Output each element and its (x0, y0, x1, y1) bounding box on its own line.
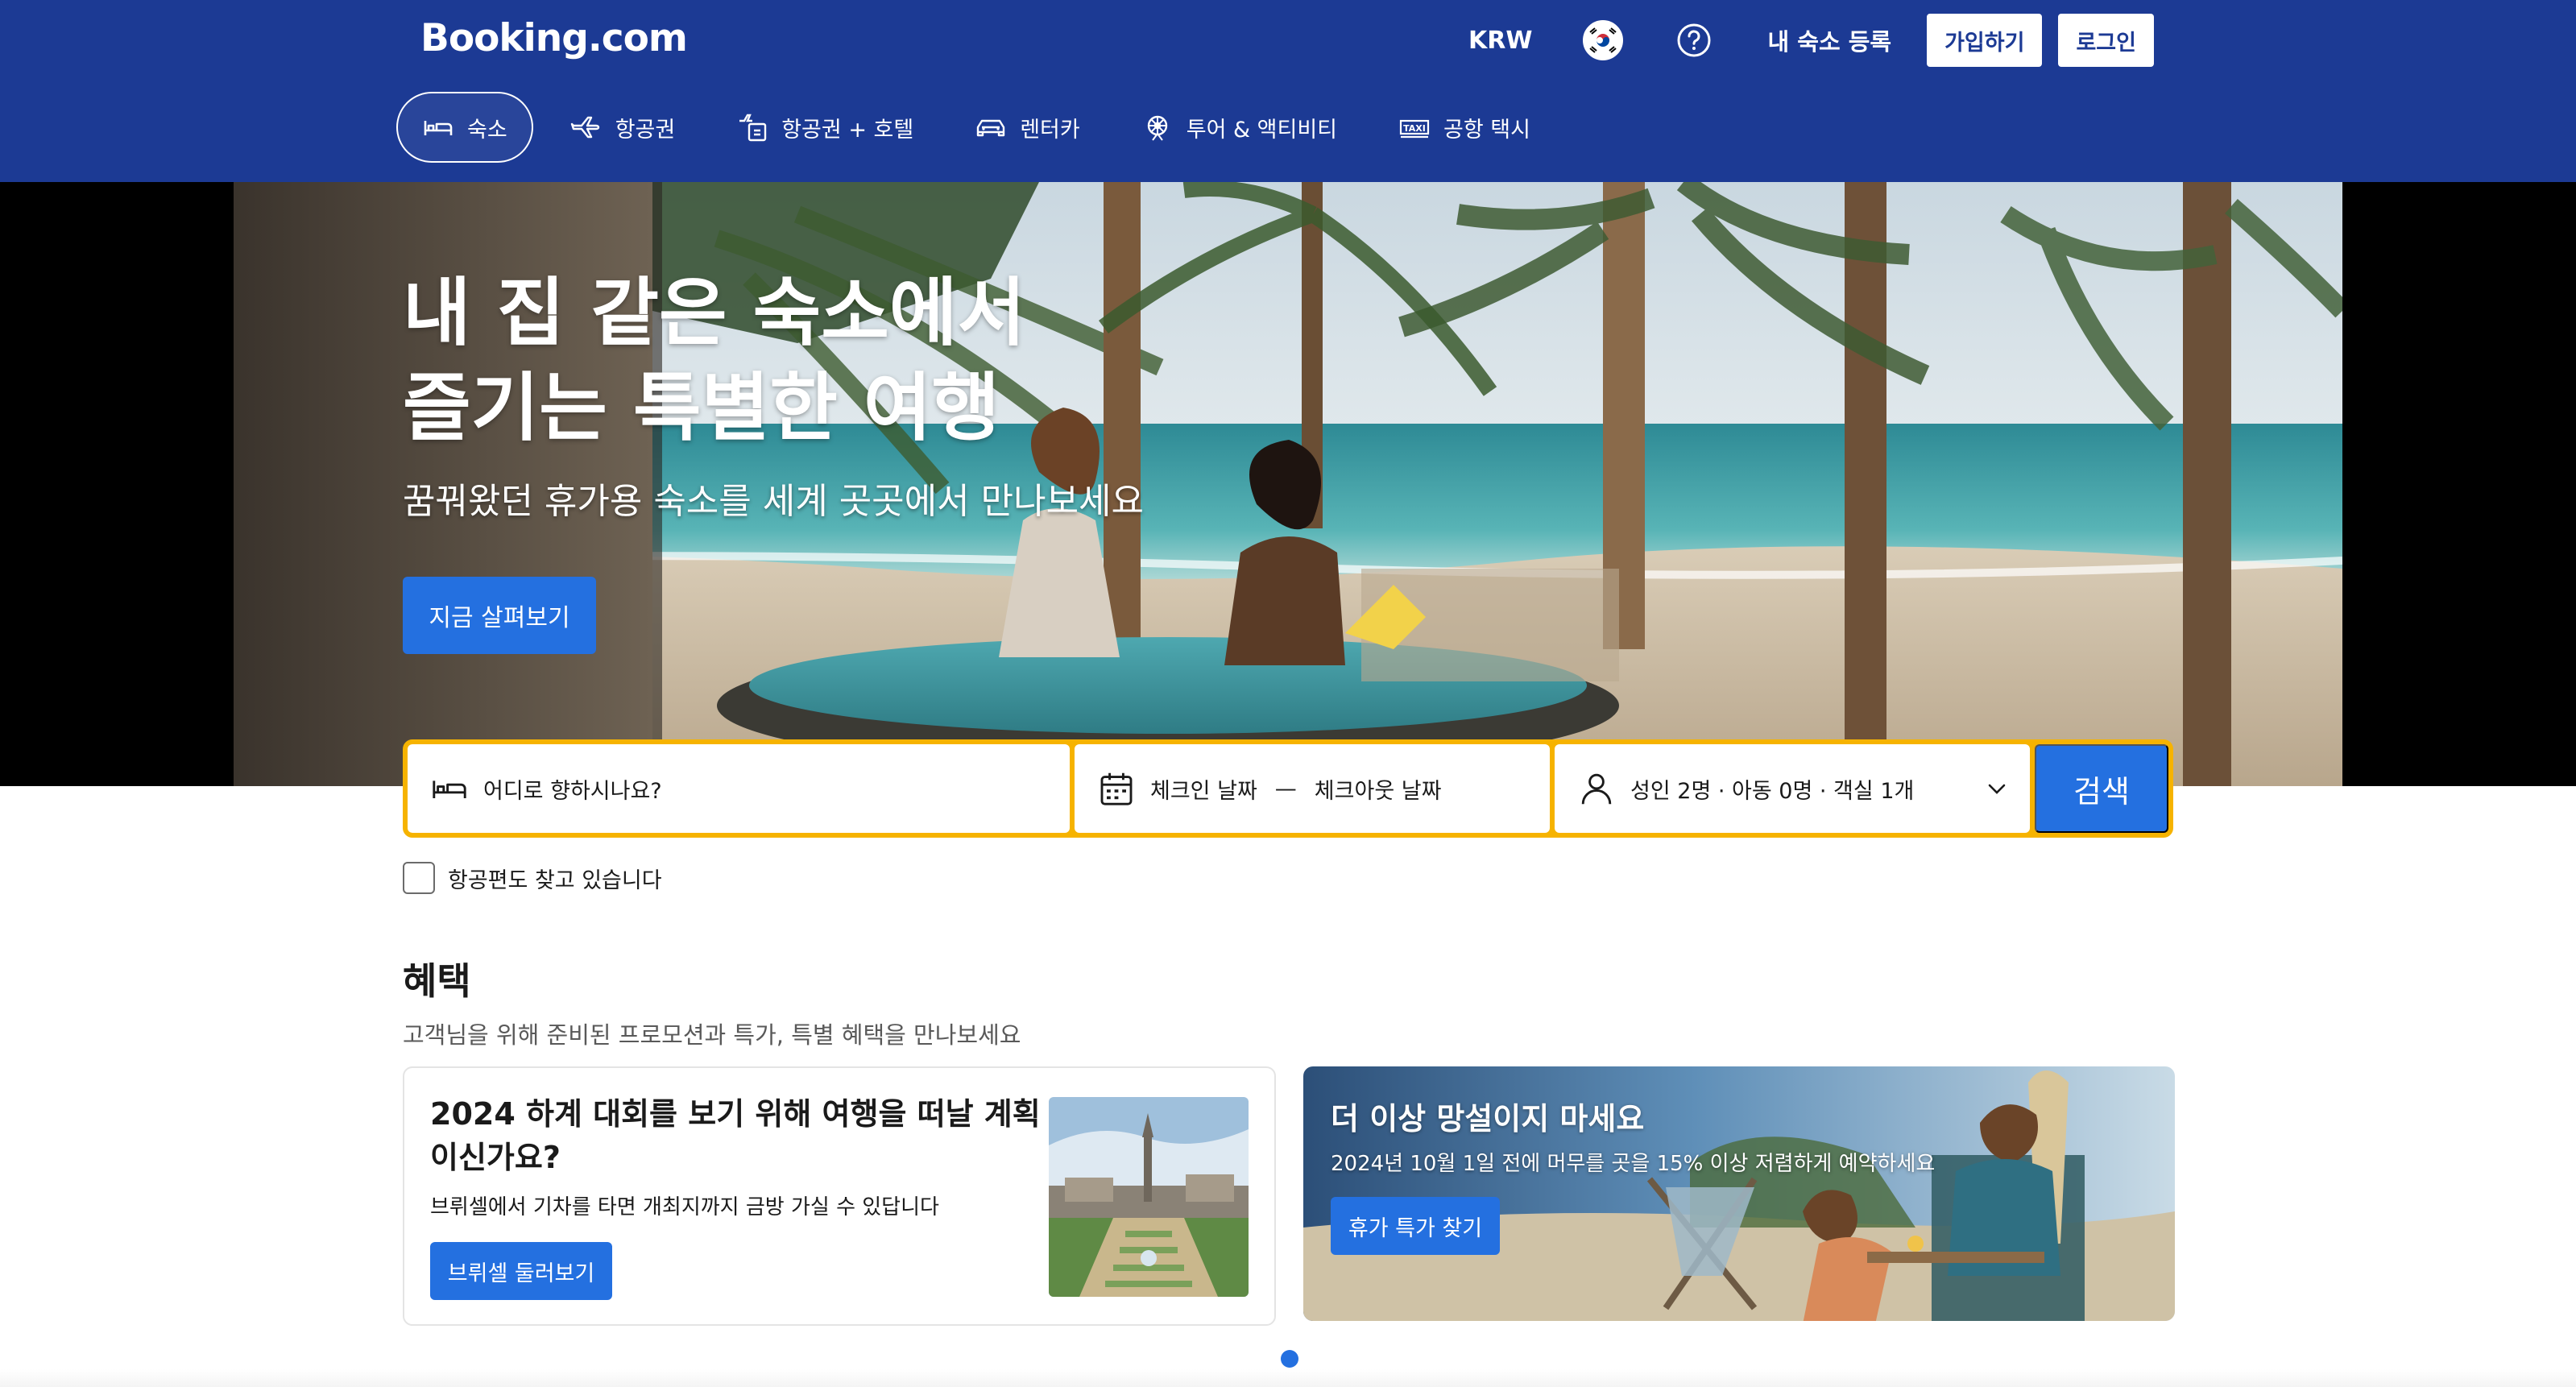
nav-tab-car-rental[interactable]: 렌터카 (950, 92, 1104, 163)
hero-subtitle: 꿈꿔왔던 휴가용 숙소를 세계 곳곳에서 만나보세요 (403, 481, 1145, 522)
bed-icon (433, 780, 466, 798)
calendar-icon (1100, 772, 1133, 805)
deal-card-vacation: 더 이상 망설이지 마세요 2024년 10월 1일 전에 머무를 곳을 15%… (1303, 1066, 2175, 1321)
product-nav: 숙소 항공권 항공권 + 호텔 렌터카 투어 & 액티비티 TAXI 공항 택시 (396, 92, 1568, 163)
find-vacation-deals-button[interactable]: 휴가 특가 찾기 (1331, 1197, 1500, 1255)
search-bar: 어디로 향하시나요? 체크인 날짜 — 체크아웃 날짜 성인 2명 · 아동 0… (403, 739, 2173, 838)
nav-tab-flights[interactable]: 항공권 (546, 92, 700, 163)
korea-flag-icon[interactable] (1582, 20, 1623, 60)
header: Booking.com KRW 내 숙소 등록 가입하기 로그인 숙소 항공권 … (0, 0, 2576, 182)
flight-checkbox-label: 항공편도 찾고 있습니다 (448, 867, 662, 893)
guests-summary: 성인 2명 · 아동 0명 · 객실 1개 (1630, 778, 1915, 804)
help-icon[interactable] (1676, 23, 1712, 58)
hero-banner: 내 집 같은 숙소에서 즐기는 특별한 여행 꿈꿔왔던 휴가용 숙소를 세계 곳… (0, 182, 2576, 786)
svg-text:TAXI: TAXI (1403, 123, 1426, 134)
booking-logo[interactable]: Booking.com (420, 14, 688, 63)
nav-tab-label: 항공권 (615, 117, 676, 143)
flight-checkbox-row: 항공편도 찾고 있습니다 (403, 862, 662, 894)
bed-icon (424, 121, 453, 135)
checkin-label: 체크인 날짜 (1150, 778, 1257, 804)
search-button[interactable]: 검색 (2035, 744, 2168, 833)
plane-icon (570, 116, 599, 139)
destination-placeholder: 어디로 향하시나요? (483, 778, 662, 804)
deal-card-brussels: 2024 하계 대회를 보기 위해 여행을 떠날 계획이신가요? 브뤼셀에서 기… (403, 1066, 1276, 1326)
explore-now-button[interactable]: 지금 살펴보기 (403, 577, 596, 654)
korea-flag-icon-graphic (1584, 23, 1621, 58)
hero-title: 내 집 같은 숙소에서 즐기는 특별한 여행 (403, 270, 1026, 451)
nav-tab-attractions[interactable]: 투어 & 액티비티 (1117, 92, 1361, 163)
nav-tab-label: 공항 택시 (1443, 117, 1530, 143)
person-icon (1581, 773, 1612, 805)
date-separator: — (1274, 776, 1297, 801)
deal-card-title: 2024 하계 대회를 보기 위해 여행을 떠날 계획이신가요? (430, 1096, 1041, 1175)
taxi-icon: TAXI (1399, 119, 1430, 139)
list-property-link[interactable]: 내 숙소 등록 (1768, 23, 1892, 57)
nav-tab-label: 항공권 + 호텔 (781, 117, 914, 143)
deal-card-description: 브뤼셀에서 기차를 타면 개최지까지 금방 가실 수 있답니다 (430, 1195, 939, 1219)
checkout-label: 체크아웃 날짜 (1314, 778, 1442, 804)
chevron-down-icon (1988, 784, 2006, 794)
flight-checkbox[interactable] (403, 862, 435, 894)
deals-title: 혜택 (403, 959, 471, 1003)
nav-tab-label: 렌터카 (1020, 117, 1080, 143)
date-field[interactable]: 체크인 날짜 — 체크아웃 날짜 (1075, 744, 1550, 833)
currency-selector[interactable]: KRW (1468, 27, 1532, 55)
deals-subtitle: 고객님을 위해 준비된 프로모션과 특가, 특별 혜택을 만나보세요 (403, 1021, 1021, 1049)
guests-field[interactable]: 성인 2명 · 아동 0명 · 객실 1개 (1555, 744, 2030, 833)
nav-tab-label: 숙소 (467, 117, 507, 143)
destination-field[interactable]: 어디로 향하시나요? (408, 744, 1070, 833)
explore-brussels-button[interactable]: 브뤼셀 둘러보기 (430, 1242, 612, 1300)
nav-tab-flight-hotel[interactable]: 항공권 + 호텔 (712, 92, 938, 163)
plane-hotel-icon (739, 114, 767, 142)
carousel-dot[interactable] (1281, 1350, 1298, 1368)
brussels-photo (1049, 1097, 1249, 1297)
register-button[interactable]: 가입하기 (1925, 12, 2044, 68)
hero-text: 내 집 같은 숙소에서 즐기는 특별한 여행 꿈꿔왔던 휴가용 숙소를 세계 곳… (403, 266, 1144, 524)
deal-card-description: 2024년 10월 1일 전에 머무를 곳을 15% 이상 저렴하게 예약하세요 (1331, 1152, 1936, 1176)
nav-tab-label: 투어 & 액티비티 (1186, 117, 1338, 143)
sign-in-button[interactable]: 로그인 (2056, 12, 2156, 68)
page-bottom-edge (0, 1369, 2576, 1387)
header-actions: KRW 내 숙소 등록 가입하기 로그인 (1468, 11, 2156, 69)
car-icon (977, 119, 1005, 137)
nav-tab-airport-taxi[interactable]: TAXI 공항 택시 (1374, 92, 1555, 163)
nav-tab-stays[interactable]: 숙소 (396, 92, 533, 163)
deal-card-title: 더 이상 망설이지 마세요 (1331, 1101, 1645, 1137)
attractions-icon (1147, 115, 1167, 141)
